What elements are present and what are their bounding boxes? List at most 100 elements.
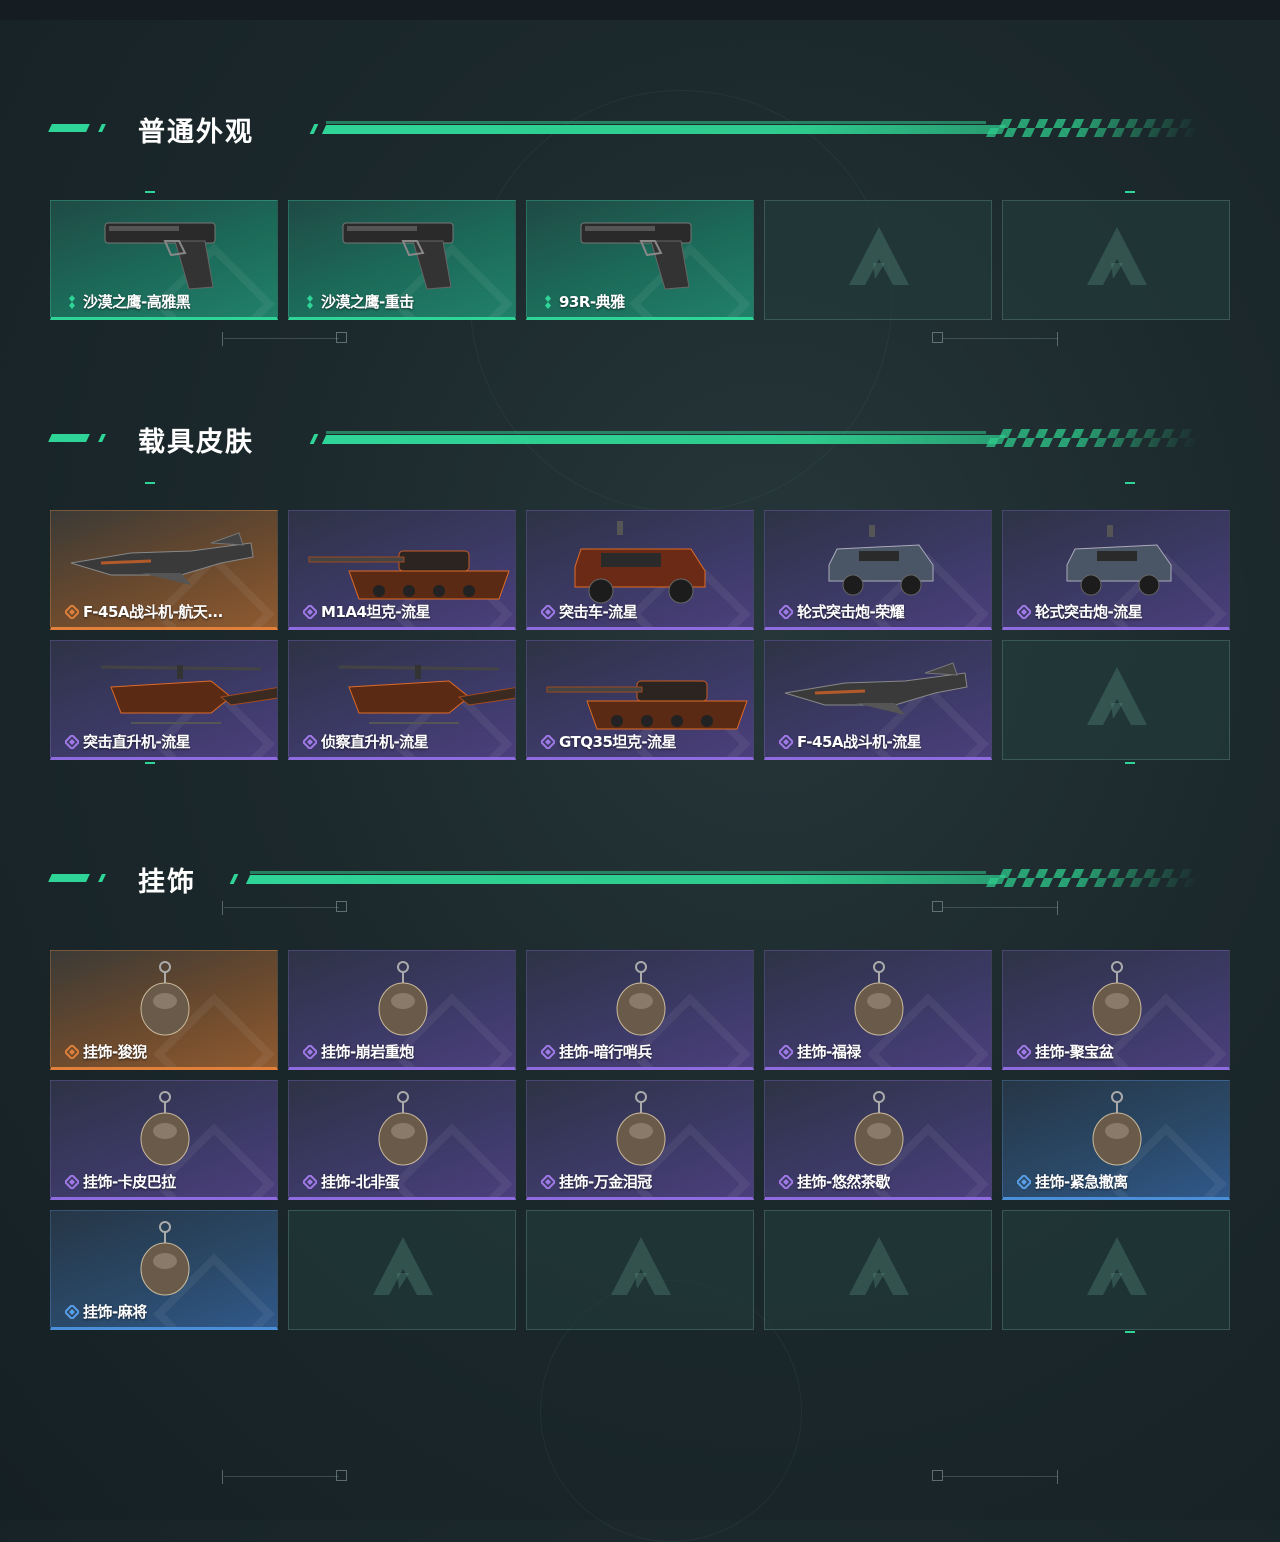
item-label: 挂饰-卡皮巴拉 — [83, 1173, 176, 1191]
header-accent — [98, 124, 106, 132]
empty-slot — [288, 1210, 516, 1330]
logo-icon — [1087, 667, 1147, 725]
header-checker-pattern — [985, 869, 1205, 887]
rarity-icon — [65, 1045, 79, 1059]
item-label: 侦察直升机-流星 — [321, 733, 429, 751]
hud-ruler — [0, 1468, 1280, 1488]
item-label: M1A4坦克-流星 — [321, 603, 431, 621]
section-header-vehicle-skins: 载具皮肤 — [0, 418, 1280, 458]
ruler-tick — [1057, 332, 1058, 346]
pistol-icon — [104, 222, 216, 290]
item-card[interactable]: 挂饰-万金泪冠 — [526, 1080, 754, 1200]
corner-mark — [1125, 482, 1135, 484]
pistol-icon — [580, 222, 692, 290]
charm-icon — [1092, 1091, 1142, 1166]
rarity-icon — [307, 295, 313, 309]
rarity-icon — [541, 735, 555, 749]
top-bar — [0, 0, 1280, 20]
item-card[interactable]: 挂饰-狻猊 — [50, 950, 278, 1070]
item-card[interactable]: 挂饰-聚宝盆 — [1002, 950, 1230, 1070]
item-label: 挂饰-悠然茶歇 — [797, 1173, 890, 1191]
item-card[interactable]: GTQ35坦克-流星 — [526, 640, 754, 760]
item-card[interactable]: 93R-典雅 — [526, 200, 754, 320]
item-card[interactable]: 挂饰-卡皮巴拉 — [50, 1080, 278, 1200]
charm-icon — [140, 1091, 190, 1166]
item-card[interactable]: 挂饰-暗行哨兵 — [526, 950, 754, 1070]
item-label: 轮式突击炮-流星 — [1035, 603, 1143, 621]
item-card[interactable]: 轮式突击炮-流星 — [1002, 510, 1230, 630]
item-label: GTQ35坦克-流星 — [559, 733, 677, 751]
rarity-icon — [779, 735, 793, 749]
ruler-tick — [222, 332, 223, 346]
charm-icon — [616, 1091, 666, 1166]
item-card[interactable]: 挂饰-悠然茶歇 — [764, 1080, 992, 1200]
corner-mark — [145, 762, 155, 764]
item-label: 突击车-流星 — [559, 603, 638, 621]
charm-icon — [378, 1091, 428, 1166]
header-accent — [98, 874, 106, 882]
rarity-icon — [303, 735, 317, 749]
header-bar — [321, 435, 1007, 444]
item-label: 挂饰-北非蛋 — [321, 1173, 400, 1191]
item-card[interactable]: 轮式突击炮-荣耀 — [764, 510, 992, 630]
ruler-square — [932, 1470, 943, 1481]
ruler-tick — [1057, 901, 1058, 915]
item-card[interactable]: 挂饰-福禄 — [764, 950, 992, 1070]
item-card[interactable]: 挂饰-崩岩重炮 — [288, 950, 516, 1070]
armored-car-icon — [828, 525, 934, 596]
item-card[interactable]: 突击车-流星 — [526, 510, 754, 630]
ruler-tick — [222, 901, 223, 915]
item-card[interactable]: 挂饰-紧急撤离 — [1002, 1080, 1230, 1200]
item-card[interactable]: 挂饰-北非蛋 — [288, 1080, 516, 1200]
item-label: 挂饰-福禄 — [797, 1043, 861, 1061]
item-label: 93R-典雅 — [559, 293, 625, 311]
logo-icon — [1087, 227, 1147, 285]
ruler-tick — [222, 1470, 223, 1484]
armored-car-icon — [1066, 525, 1172, 596]
header-accent — [229, 874, 239, 884]
item-label: 挂饰-狻猊 — [83, 1043, 147, 1061]
ruler-tick — [1057, 1470, 1058, 1484]
ruler-square — [932, 901, 943, 912]
section-title: 普通外观 — [138, 117, 254, 148]
rarity-icon — [545, 295, 551, 309]
rarity-icon — [541, 1045, 555, 1059]
item-card[interactable]: F-45A战斗机-流星 — [764, 640, 992, 760]
item-label: 挂饰-麻将 — [83, 1303, 147, 1321]
helicopter-icon — [338, 665, 515, 724]
item-card[interactable]: 挂饰-麻将 — [50, 1210, 278, 1330]
rarity-icon — [65, 1175, 79, 1189]
empty-slot — [1002, 200, 1230, 320]
section-header-appearance: 普通外观 — [0, 108, 1280, 148]
assault-vehicle-icon — [574, 521, 706, 604]
empty-slot — [764, 1210, 992, 1330]
item-card[interactable]: 沙漠之鹰-重击 — [288, 200, 516, 320]
header-bar — [245, 875, 1007, 884]
jet-icon — [70, 532, 254, 585]
logo-icon — [373, 1237, 433, 1295]
ruler-line — [943, 907, 1058, 908]
header-accent — [48, 124, 90, 132]
item-card[interactable]: F-45A战斗机-航天... — [50, 510, 278, 630]
ruler-line — [224, 907, 339, 908]
header-thin-line — [326, 431, 986, 434]
section-title: 载具皮肤 — [138, 427, 254, 458]
rarity-icon — [65, 605, 79, 619]
jet-icon — [784, 662, 968, 715]
rarity-icon — [779, 605, 793, 619]
item-card[interactable]: 侦察直升机-流星 — [288, 640, 516, 760]
item-label: 挂饰-紧急撤离 — [1035, 1173, 1128, 1191]
header-accent — [48, 874, 90, 882]
item-label: 沙漠之鹰-重击 — [321, 293, 414, 311]
empty-slot — [526, 1210, 754, 1330]
item-label: 挂饰-聚宝盆 — [1035, 1043, 1114, 1061]
section-header-charms: 挂饰 — [0, 858, 1280, 898]
item-card[interactable]: M1A4坦克-流星 — [288, 510, 516, 630]
rarity-icon — [1017, 605, 1031, 619]
item-card[interactable]: 沙漠之鹰-高雅黑 — [50, 200, 278, 320]
logo-icon — [849, 1237, 909, 1295]
corner-mark — [145, 482, 155, 484]
ruler-line — [224, 338, 339, 339]
item-card[interactable]: 突击直升机-流星 — [50, 640, 278, 760]
tank-icon — [308, 550, 510, 600]
